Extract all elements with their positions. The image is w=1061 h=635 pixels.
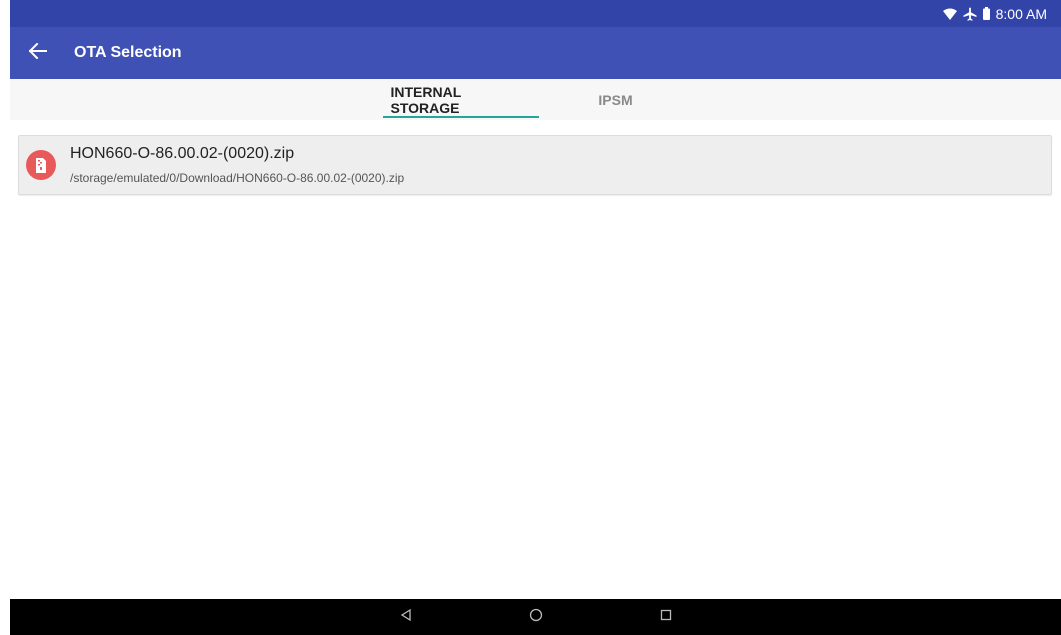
zip-file-icon bbox=[26, 150, 56, 180]
back-triangle-icon bbox=[400, 608, 412, 626]
file-list: HON660-O-86.00.02-(0020).zip /storage/em… bbox=[10, 120, 1061, 599]
navigation-bar bbox=[10, 599, 1061, 635]
nav-back-button[interactable] bbox=[341, 599, 471, 635]
tab-label: INTERNAL STORAGE bbox=[390, 83, 462, 116]
nav-home-button[interactable] bbox=[471, 599, 601, 635]
tab-bar: INTERNAL STORAGE IPSM bbox=[10, 79, 1061, 120]
app-bar: OTA Selection bbox=[10, 27, 1061, 79]
recents-square-icon bbox=[660, 608, 672, 626]
tab-ipsm[interactable]: IPSM bbox=[541, 79, 691, 120]
nav-recents-button[interactable] bbox=[601, 599, 731, 635]
home-circle-icon bbox=[529, 608, 543, 627]
wifi-icon bbox=[942, 8, 957, 20]
status-time: 8:00 AM bbox=[995, 5, 1047, 22]
page-title: OTA Selection bbox=[74, 44, 182, 61]
tab-label: IPSM bbox=[598, 91, 633, 108]
arrow-back-icon bbox=[28, 42, 47, 64]
list-item[interactable]: HON660-O-86.00.02-(0020).zip /storage/em… bbox=[18, 135, 1052, 195]
file-text: HON660-O-86.00.02-(0020).zip /storage/em… bbox=[70, 145, 404, 185]
battery-icon bbox=[982, 7, 990, 20]
file-path: /storage/emulated/0/Download/HON660-O-86… bbox=[70, 171, 405, 185]
airplane-mode-icon bbox=[963, 7, 977, 21]
file-name: HON660-O-86.00.02-(0020).zip bbox=[70, 145, 295, 162]
screen: 8:00 AM OTA Selection INTERNAL STORAGE I… bbox=[0, 0, 1061, 635]
tab-indicator bbox=[382, 116, 539, 118]
tab-internal-storage[interactable]: INTERNAL STORAGE bbox=[381, 79, 541, 120]
back-button[interactable] bbox=[10, 27, 66, 79]
left-edge bbox=[0, 0, 10, 635]
status-bar: 8:00 AM bbox=[10, 0, 1061, 27]
